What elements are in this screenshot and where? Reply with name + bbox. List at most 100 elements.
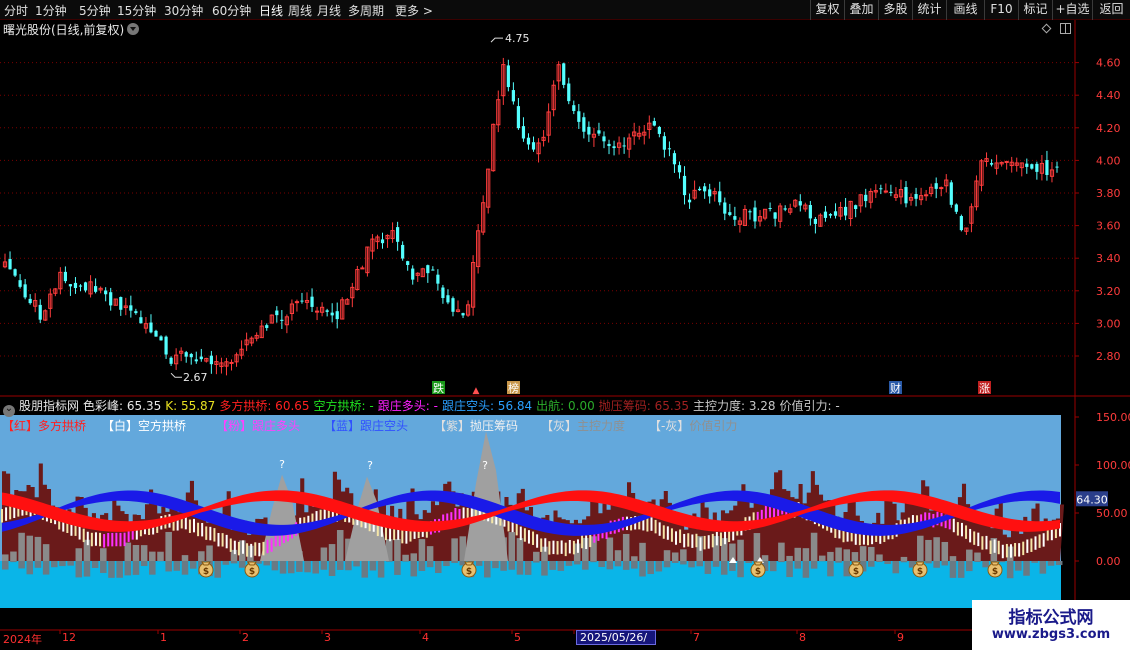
value-gravity-bar [263,561,270,566]
control-force-bar [680,549,687,561]
candle-body-down [83,282,88,291]
date-label: 1 [160,631,167,644]
candle-body-down [511,90,515,102]
indicator-value: K: 55.87 [165,399,216,413]
value-gravity-bar [974,561,981,562]
value-gravity-bar [18,561,25,569]
control-force-bar [198,551,205,561]
control-force-bar [132,545,140,561]
candle-body-down [396,227,400,242]
candle-body-down [94,286,98,292]
value-gravity-bar [1055,561,1063,566]
price-axis-label: 4.20 [1096,122,1121,135]
candle-body-down [889,191,893,193]
price-axis-label: 4.40 [1096,89,1121,102]
control-force-bar [26,535,34,561]
candle-body-up [229,361,234,364]
value-gravity-bar [786,561,793,578]
value-gravity-bar [573,561,581,565]
chevron-down-icon[interactable] [127,23,139,35]
candle-body-down [657,126,661,134]
value-gravity-bar [435,561,442,574]
value-gravity-bar [304,561,311,573]
indicator-menu-icon[interactable]: ⌄ [3,404,15,417]
value-gravity-bar [663,561,671,568]
candle-body-down [879,188,883,190]
money-bag-symbol: $ [249,567,255,577]
indicator-value: 出航: 0.00 [536,399,595,413]
candle-body-down [1030,164,1034,169]
candle-body-down [411,268,415,280]
value-gravity-bar [492,561,499,569]
candle-body-down [612,146,616,149]
date-label: 12 [62,631,76,644]
candle-body-down [8,259,12,270]
candle-body-down [1045,160,1049,176]
candle-body-down [154,330,158,337]
indicator-value: 主控力度: 3.28 [692,399,776,413]
control-force-bar [394,538,401,561]
control-force-bar [810,532,818,561]
candle-body-down [119,297,123,310]
candle-body-down [431,269,435,271]
candle-body-down [209,355,213,365]
value-gravity-bar [835,561,842,563]
candle-body-down [310,296,314,307]
control-force-bar [508,532,516,561]
value-gravity-bar [26,561,34,575]
value-gravity-bar [132,561,140,575]
control-force-bar [18,532,25,561]
value-gravity-bar [647,561,654,575]
control-force-bar [818,555,826,561]
value-gravity-bar [181,561,189,575]
candle-body-down [335,311,339,320]
control-force-bar [622,533,630,561]
value-gravity-bar [320,561,328,570]
value-gravity-bar [336,561,344,570]
value-gravity-bar [189,561,197,569]
candle-body-down [622,145,626,147]
candle-body-down [652,121,656,126]
candle-body-down [401,244,405,259]
legend-label: 价值引力 [689,419,738,433]
candle-body-up [360,267,365,270]
watermark: 指标公式网 www.zbgs3.com [972,600,1130,650]
value-gravity-bar [51,561,58,568]
value-gravity-bar [614,561,622,567]
candle-body-down [562,63,566,85]
control-force-bar [876,554,883,561]
value-gravity-bar [876,561,883,562]
candle-body-down [662,136,666,150]
candle-body-up [294,301,300,304]
price-axis-label: 3.60 [1096,220,1121,233]
candle-body-down [380,239,385,244]
candle-body-down [723,202,727,214]
money-bag-symbol: $ [755,567,761,577]
candle-body-down [23,284,27,298]
chart-canvas[interactable]: 4.60 4.40 4.20 4.00 3.80 3.60 3.40 3.20 3.00 2.80… [0,0,1130,650]
value-gravity-bar [557,561,565,571]
control-force-bar [402,554,409,561]
control-force-bar [157,551,164,561]
value-gravity-bar [140,561,148,567]
candle-body-down [38,304,42,320]
control-force-bar [181,555,189,561]
expand-panel-icon[interactable] [1060,23,1071,34]
candle-body-down [28,298,32,304]
candle-body-down [728,212,732,216]
event-marker-label: 财 [890,381,901,395]
control-force-bar [671,552,679,561]
control-force-bar [835,547,842,561]
control-force-bar [843,549,851,561]
candle-body-up [1004,160,1009,163]
value-gravity-bar [590,561,597,563]
candle-body-down [753,207,757,222]
up-triangle-icon: ▲ [473,386,480,396]
candle-body-down [813,218,817,224]
candle-body-down [572,105,576,111]
value-gravity-bar [769,561,777,572]
control-force-bar [606,537,614,561]
candle-body-up [314,310,320,313]
indicator-axis-label: 0.00 [1096,555,1121,568]
value-gravity-bar [238,561,246,568]
